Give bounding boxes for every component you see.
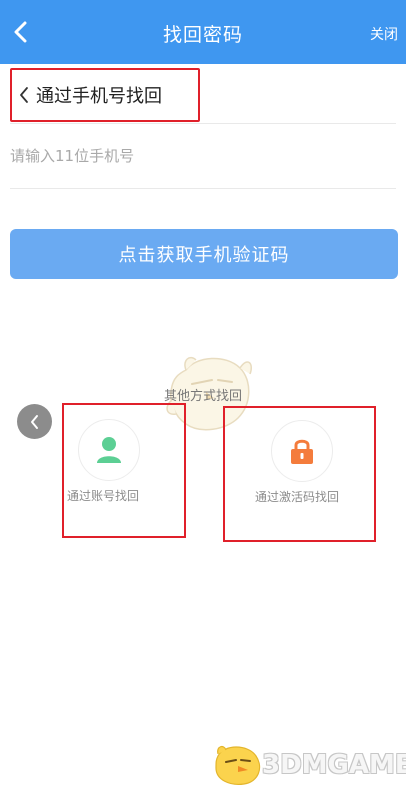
option-label: 通过激活码找回 <box>255 490 340 504</box>
user-icon-circle <box>78 419 140 481</box>
watermark-logo: 3DMGAME <box>208 740 406 788</box>
divider <box>10 123 396 124</box>
chevron-left-icon <box>30 414 38 429</box>
carousel-prev-button[interactable] <box>17 404 52 439</box>
chevron-left-icon <box>18 86 30 104</box>
lock-icon-circle <box>271 420 333 482</box>
recover-by-account-option[interactable]: 通过账号找回 <box>62 403 186 538</box>
bird-mascot-icon <box>215 745 261 785</box>
lock-icon <box>291 439 313 464</box>
watermark-text: 3DMGAME <box>262 750 406 780</box>
divider <box>10 188 396 189</box>
page-title: 找回密码 <box>162 24 243 46</box>
section-title: 通过手机号找回 <box>36 86 162 107</box>
option-label: 通过账号找回 <box>67 489 140 503</box>
top-nav-bar: 找回密码 关闭 <box>0 0 406 64</box>
phone-number-input[interactable] <box>10 140 396 172</box>
other-methods-title: 其他方式找回 <box>163 389 242 404</box>
user-icon <box>97 437 121 463</box>
get-sms-code-button[interactable]: 点击获取手机验证码 <box>10 229 398 279</box>
close-button[interactable]: 关闭 <box>370 24 398 44</box>
recover-by-activation-code-option[interactable]: 通过激活码找回 <box>223 406 376 542</box>
phone-recovery-back[interactable]: 通过手机号找回 <box>10 68 200 122</box>
